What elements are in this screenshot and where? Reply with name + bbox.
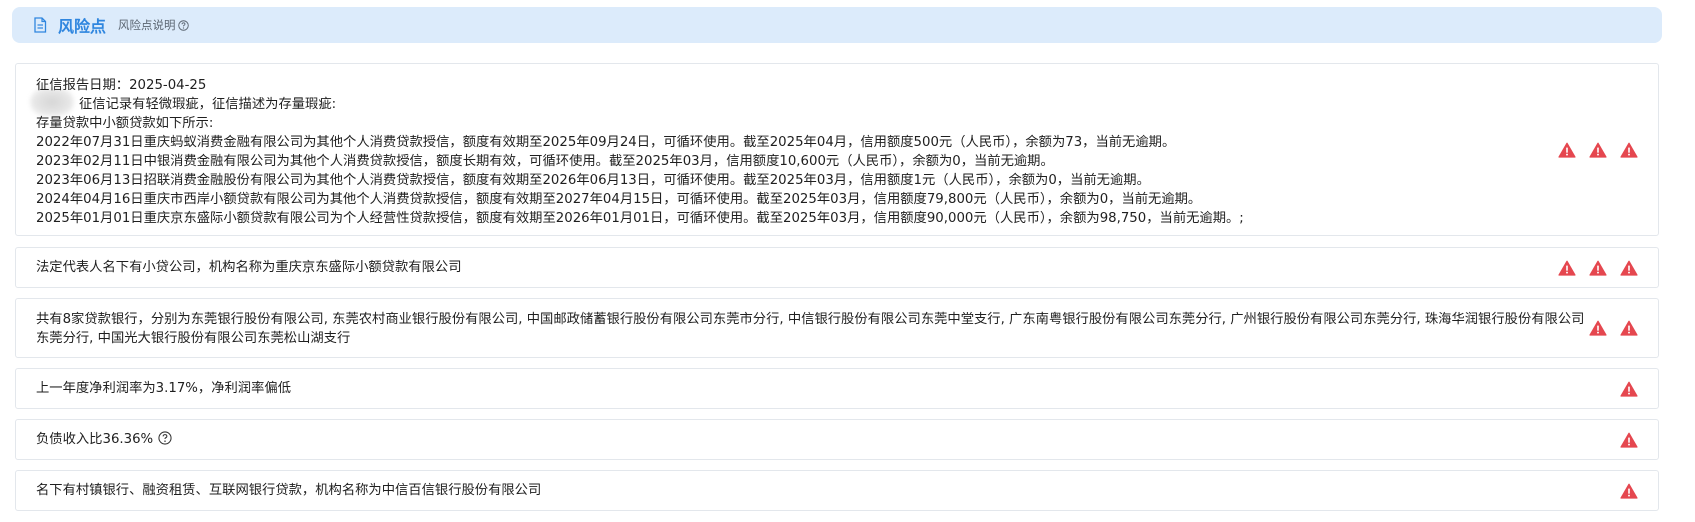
risk-header-bar: 风险点 风险点说明 (12, 7, 1662, 43)
risk-item-legal-rep-loan: 法定代表人名下有小贷公司，机构名称为重庆京东盛际小额贷款有限公司 (15, 247, 1659, 288)
loan-record-line: 2025年01月01日重庆京东盛际小额贷款有限公司为个人经营性贷款授信，额度有效… (36, 211, 1244, 226)
credit-report-date: 征信报告日期：2025-04-25 (36, 78, 207, 93)
risk-item-text: 征信报告日期：2025-04-25 征信记录有轻微瑕疵，征信描述为存量瑕疵: 存… (36, 76, 1244, 228)
risk-level-indicator (1558, 142, 1638, 158)
risk-level-indicator (1589, 320, 1638, 336)
risk-level-indicator (1620, 483, 1638, 499)
risk-item-lending-banks: 共有8家贷款银行，分别为东莞银行股份有限公司, 东莞农村商业银行股份有限公司, … (15, 298, 1659, 358)
loan-record-line: 2023年06月13日招联消费金融股份有限公司为其他个人消费贷款授信，额度有效期… (36, 173, 1150, 188)
loan-record-line: 2023年02月11日中银消费金融有限公司为其他个人消费贷款授信，额度长期有效，… (36, 154, 1054, 169)
warning-triangle-icon (1558, 142, 1576, 158)
question-circle-icon[interactable] (178, 19, 190, 31)
document-icon (32, 17, 48, 33)
warning-triangle-icon (1620, 381, 1638, 397)
warning-triangle-icon (1620, 320, 1638, 336)
risk-item-text: 法定代表人名下有小贷公司，机构名称为重庆京东盛际小额贷款有限公司 (36, 260, 462, 275)
question-circle-icon[interactable] (157, 431, 172, 446)
risk-item-village-bank-loans: 名下有村镇银行、融资租赁、互联网银行贷款，机构名称为中信百信银行股份有限公司 (15, 470, 1659, 511)
risk-item-text: 名下有村镇银行、融资租赁、互联网银行贷款，机构名称为中信百信银行股份有限公司 (36, 483, 542, 498)
warning-triangle-icon (1620, 142, 1638, 158)
risk-item-net-profit: 上一年度净利润率为3.17%，净利润率偏低 (15, 368, 1659, 409)
warning-triangle-icon (1589, 260, 1607, 276)
warning-triangle-icon (1589, 320, 1607, 336)
risk-explanation-link[interactable]: 风险点说明 (118, 17, 190, 33)
risk-points-panel: 风险点 风险点说明 征信报告日期：2025-04-25 征信记录有轻微瑕疵，征信… (0, 0, 1695, 522)
warning-triangle-icon (1558, 260, 1576, 276)
loan-record-line: 2024年04月16日重庆市西岸小额贷款有限公司为其他个人消费贷款授信，额度有效… (36, 192, 1202, 207)
loan-record-line: 2022年07月31日重庆蚂蚁消费金融有限公司为其他个人消费贷款授信，额度有效期… (36, 135, 1176, 150)
risk-level-indicator (1558, 260, 1638, 276)
warning-triangle-icon (1589, 142, 1607, 158)
risk-level-indicator (1620, 381, 1638, 397)
debt-income-ratio-text: 负债收入比36.36% (36, 432, 154, 447)
risk-item-credit-report: 征信报告日期：2025-04-25 征信记录有轻微瑕疵，征信描述为存量瑕疵: 存… (15, 63, 1659, 236)
warning-triangle-icon (1620, 432, 1638, 448)
risk-item-text: 负债收入比36.36% (36, 430, 172, 449)
warning-triangle-icon (1620, 260, 1638, 276)
small-loans-heading: 存量贷款中小额贷款如下所示: (36, 116, 214, 131)
risk-item-text: 共有8家贷款银行，分别为东莞银行股份有限公司, 东莞农村商业银行股份有限公司, … (36, 312, 1585, 346)
risk-level-indicator (1620, 432, 1638, 448)
warning-triangle-icon (1620, 483, 1638, 499)
risk-item-text: 上一年度净利润率为3.17%，净利润率偏低 (36, 381, 291, 396)
page-title: 风险点 (58, 17, 107, 36)
credit-record-summary: 征信记录有轻微瑕疵，征信描述为存量瑕疵: (79, 97, 337, 112)
risk-explanation-label: 风险点说明 (118, 18, 176, 32)
risk-item-debt-income: 负债收入比36.36% (15, 419, 1659, 460)
